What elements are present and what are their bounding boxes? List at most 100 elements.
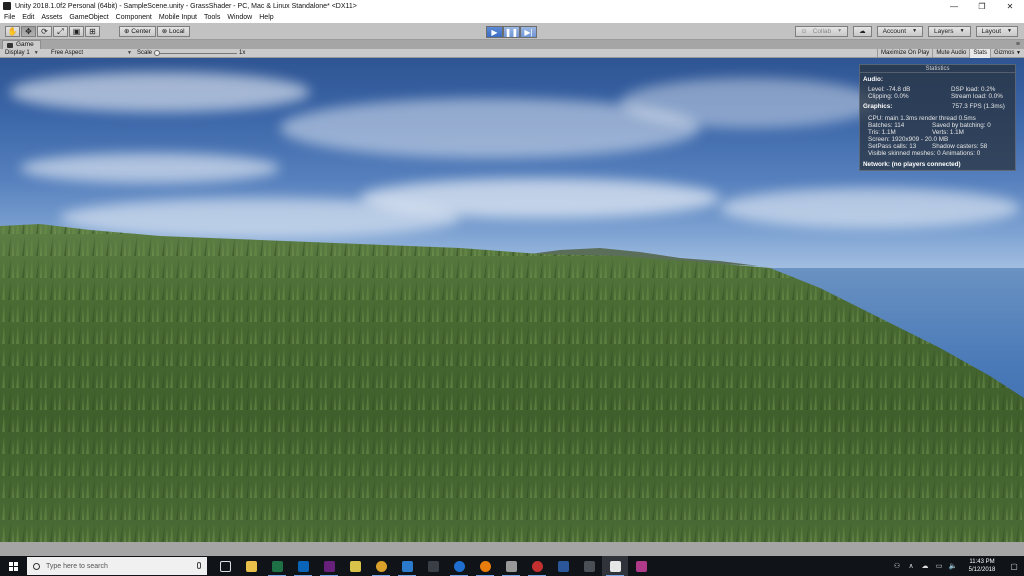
transform-tool-icon[interactable]: ⊞	[85, 26, 100, 37]
task-view-icon[interactable]	[212, 556, 238, 576]
move-tool-icon[interactable]: ✥	[21, 26, 36, 37]
scale-tool-icon[interactable]: ⤢	[53, 26, 68, 37]
maximize-button[interactable]: ❐	[968, 0, 996, 12]
media-app-icon[interactable]	[498, 556, 524, 576]
pivot-controls: ⊕ Center ⊗ Local	[119, 26, 191, 37]
step-button[interactable]: ▶|	[520, 26, 537, 38]
account-dropdown[interactable]: Account ▼	[876, 26, 924, 37]
close-button[interactable]: ✕	[996, 0, 1024, 12]
word-icon[interactable]	[550, 556, 576, 576]
menu-file[interactable]: File	[4, 14, 15, 21]
menu-assets[interactable]: Assets	[41, 14, 62, 21]
layers-dropdown[interactable]: Layers ▼	[928, 26, 971, 37]
local-icon: ⊗	[161, 28, 170, 35]
people-icon[interactable]: ⚇	[890, 556, 904, 576]
stream-load: Stream load: 0.0%	[951, 93, 1003, 100]
menu-edit[interactable]: Edit	[22, 14, 34, 21]
scale-slider-track[interactable]	[157, 53, 237, 54]
action-center-icon[interactable]: ▢	[1004, 556, 1024, 576]
file-explorer-icon[interactable]	[238, 556, 264, 576]
audio-level: Level: -74.8 dB	[868, 86, 911, 93]
maximize-on-play-toggle[interactable]: Maximize On Play	[876, 49, 932, 58]
menu-help[interactable]: Help	[259, 14, 273, 21]
stats-toggle[interactable]: Stats	[969, 49, 991, 58]
gizmos-label: Gizmos	[994, 50, 1015, 56]
paint-app-icon[interactable]	[628, 556, 654, 576]
unity-icon[interactable]	[602, 556, 628, 576]
skinned-meshes: Visible skinned meshes: 0 Animations: 0	[868, 150, 981, 157]
audio-clipping: Clipping: 0.0%	[868, 93, 909, 100]
menu-component[interactable]: Component	[116, 14, 152, 21]
game-view-toolbar: Display 1 ▼ Free Aspect ▼ Scale 1x Maximiz…	[0, 49, 1024, 58]
right-toolbar: ⊙ Collab ▼ ☁ Account ▼ Layers ▼ Layout ▼	[790, 26, 1018, 37]
play-button[interactable]: ▶	[486, 26, 503, 38]
blender-icon[interactable]	[472, 556, 498, 576]
gizmos-dropdown[interactable]: Gizmos ▼	[990, 49, 1024, 58]
tab-game-label: Game	[16, 41, 34, 48]
sticky-notes-icon[interactable]	[342, 556, 368, 576]
layout-dropdown[interactable]: Layout ▼	[975, 26, 1018, 37]
transform-tools: ✋ ✥ ⟳ ⤢ ▣ ⊞	[5, 26, 101, 37]
mute-audio-toggle[interactable]: Mute Audio	[932, 49, 969, 58]
game-app-icon[interactable]	[420, 556, 446, 576]
show-hidden-icons[interactable]: ∧	[904, 556, 918, 576]
vscode-icon[interactable]	[394, 556, 420, 576]
network-icon[interactable]: ▭	[932, 556, 946, 576]
rotate-tool-icon[interactable]: ⟳	[37, 26, 52, 37]
window-controls: — ❐ ✕	[940, 0, 1024, 12]
verts-count: Verts: 1.1M	[932, 129, 964, 136]
menu-gameobject[interactable]: GameObject	[69, 14, 108, 21]
taskbar-apps	[212, 556, 654, 576]
scale-slider-handle[interactable]	[154, 50, 160, 56]
cloud-icon: ☁	[859, 28, 866, 35]
visual-studio-icon[interactable]	[316, 556, 342, 576]
display-label: Display 1	[5, 50, 30, 56]
aspect-dropdown[interactable]: Free Aspect ▼	[51, 49, 132, 58]
outlook-icon[interactable]	[290, 556, 316, 576]
menu-window[interactable]: Window	[227, 14, 252, 21]
collab-button[interactable]: ⊙ Collab ▼	[795, 26, 849, 37]
excel-icon[interactable]	[264, 556, 290, 576]
pivot-center-button[interactable]: ⊕ Center	[119, 26, 156, 37]
screen-info: Screen: 1920x909 - 20.0 MB	[868, 136, 949, 143]
menu-mobile-input[interactable]: Mobile Input	[159, 14, 197, 21]
network-status: Network: (no players connected)	[863, 161, 961, 168]
hand-tool-icon[interactable]: ✋	[5, 26, 20, 37]
pivot-label: Center	[131, 28, 151, 35]
tab-menu-icon[interactable]: ≡	[1016, 40, 1020, 49]
menu-tools[interactable]: Tools	[204, 14, 220, 21]
tab-game[interactable]: Game	[2, 40, 41, 49]
windows-taskbar: Type here to search ⚇ ∧ ☁ ▭ 🔈 11:43 PM 5…	[0, 556, 1024, 576]
layout-label: Layout	[981, 28, 1002, 35]
batches: Batches: 114	[868, 122, 905, 129]
photos-icon[interactable]	[576, 556, 602, 576]
start-button[interactable]	[0, 556, 26, 576]
capture-app-icon[interactable]	[524, 556, 550, 576]
rect-tool-icon[interactable]: ▣	[69, 26, 84, 37]
maps-icon[interactable]	[446, 556, 472, 576]
chevron-down-icon: ▼	[912, 28, 918, 34]
search-placeholder: Type here to search	[46, 562, 108, 570]
scale-label: Scale	[137, 50, 153, 56]
microphone-icon[interactable]	[197, 562, 201, 569]
taskbar-clock[interactable]: 11:43 PM 5/12/2018	[960, 558, 1004, 574]
game-view-toggles: Maximize On Play Mute Audio Stats Gizmos…	[876, 49, 1024, 58]
display-dropdown[interactable]: Display 1 ▼	[5, 49, 39, 58]
cloud-button[interactable]: ☁	[853, 26, 872, 37]
minimize-button[interactable]: —	[940, 0, 968, 12]
scale-value: 1x	[239, 50, 246, 56]
editor-status-bar	[0, 542, 1024, 556]
chevron-down-icon: ▼	[837, 28, 843, 34]
local-label: Local	[169, 28, 185, 35]
menu-bar: File Edit Assets GameObject Component Mo…	[0, 12, 1024, 23]
pause-button[interactable]: ❚❚	[503, 26, 520, 38]
layers-label: Layers	[934, 28, 954, 35]
play-controls: ▶ ❚❚ ▶|	[486, 26, 537, 38]
game-view-icon	[7, 42, 13, 48]
cloud-sync-icon[interactable]: ☁	[918, 556, 932, 576]
taskbar-search-box[interactable]: Type here to search	[27, 557, 207, 575]
chrome-icon[interactable]	[368, 556, 394, 576]
game-view-viewport[interactable]: Statistics Audio: Level: -74.8 dB DSP lo…	[0, 58, 1024, 542]
pivot-local-button[interactable]: ⊗ Local	[156, 26, 190, 37]
volume-icon[interactable]: 🔈	[946, 556, 960, 576]
